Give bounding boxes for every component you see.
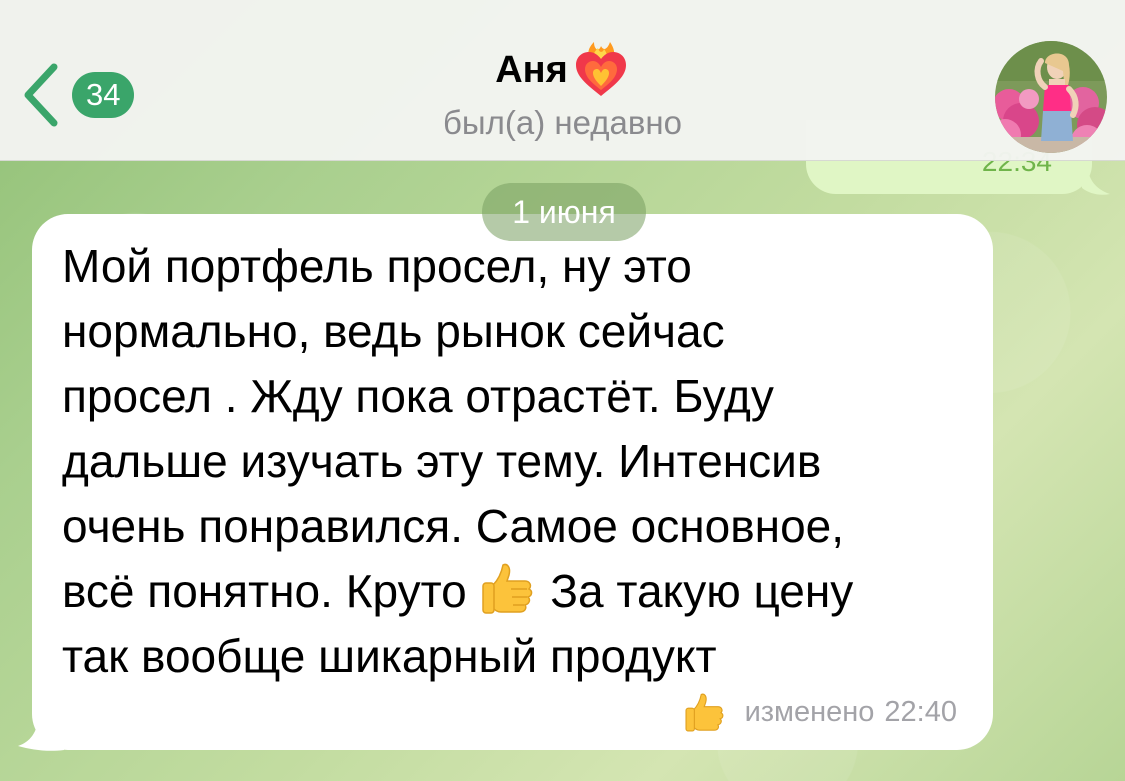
message-line: Мой портфель просел, ну это: [62, 240, 692, 292]
burning-heart-icon: [575, 42, 626, 96]
thumbs-up-icon[interactable]: [683, 690, 727, 734]
message-text: Мой портфель просел, ну это нормально, в…: [62, 234, 972, 689]
thumbs-up-icon: [482, 563, 533, 614]
incoming-bubble-tail: [18, 716, 64, 751]
outgoing-bubble-tail: [1082, 170, 1110, 195]
avatar[interactable]: [995, 41, 1107, 153]
message-fragment: За такую цену: [550, 565, 854, 617]
chat-header: 34 Аня был(а) недавно: [0, 0, 1125, 161]
message-fragment: всё понятно. Круто: [62, 565, 467, 617]
message-line: всё понятно. Круто За такую цену: [62, 559, 972, 624]
chat-title: Аня: [495, 48, 568, 91]
message-line: дальше изучать эту тему. Интенсив: [62, 435, 822, 487]
chat-title-block[interactable]: Аня был(а) недавно: [0, 40, 1125, 142]
message-meta: изменено 22:40: [683, 690, 957, 734]
message-line: просел . Жду пока отрастёт. Буду: [62, 370, 774, 422]
message-time: 22:40: [884, 695, 957, 728]
edited-label: изменено: [744, 695, 875, 728]
profile-photo: [995, 41, 1107, 153]
message-line: нормально, ведь рынок сейчас: [62, 305, 725, 357]
message-line: очень понравился. Самое основное,: [62, 500, 845, 552]
chat-status: был(а) недавно: [443, 104, 682, 141]
date-separator: 1 июня: [482, 183, 646, 241]
message-line: так вообще шикарный продукт: [62, 630, 717, 682]
incoming-message-bubble[interactable]: Мой портфель просел, ну это нормально, в…: [32, 214, 993, 750]
